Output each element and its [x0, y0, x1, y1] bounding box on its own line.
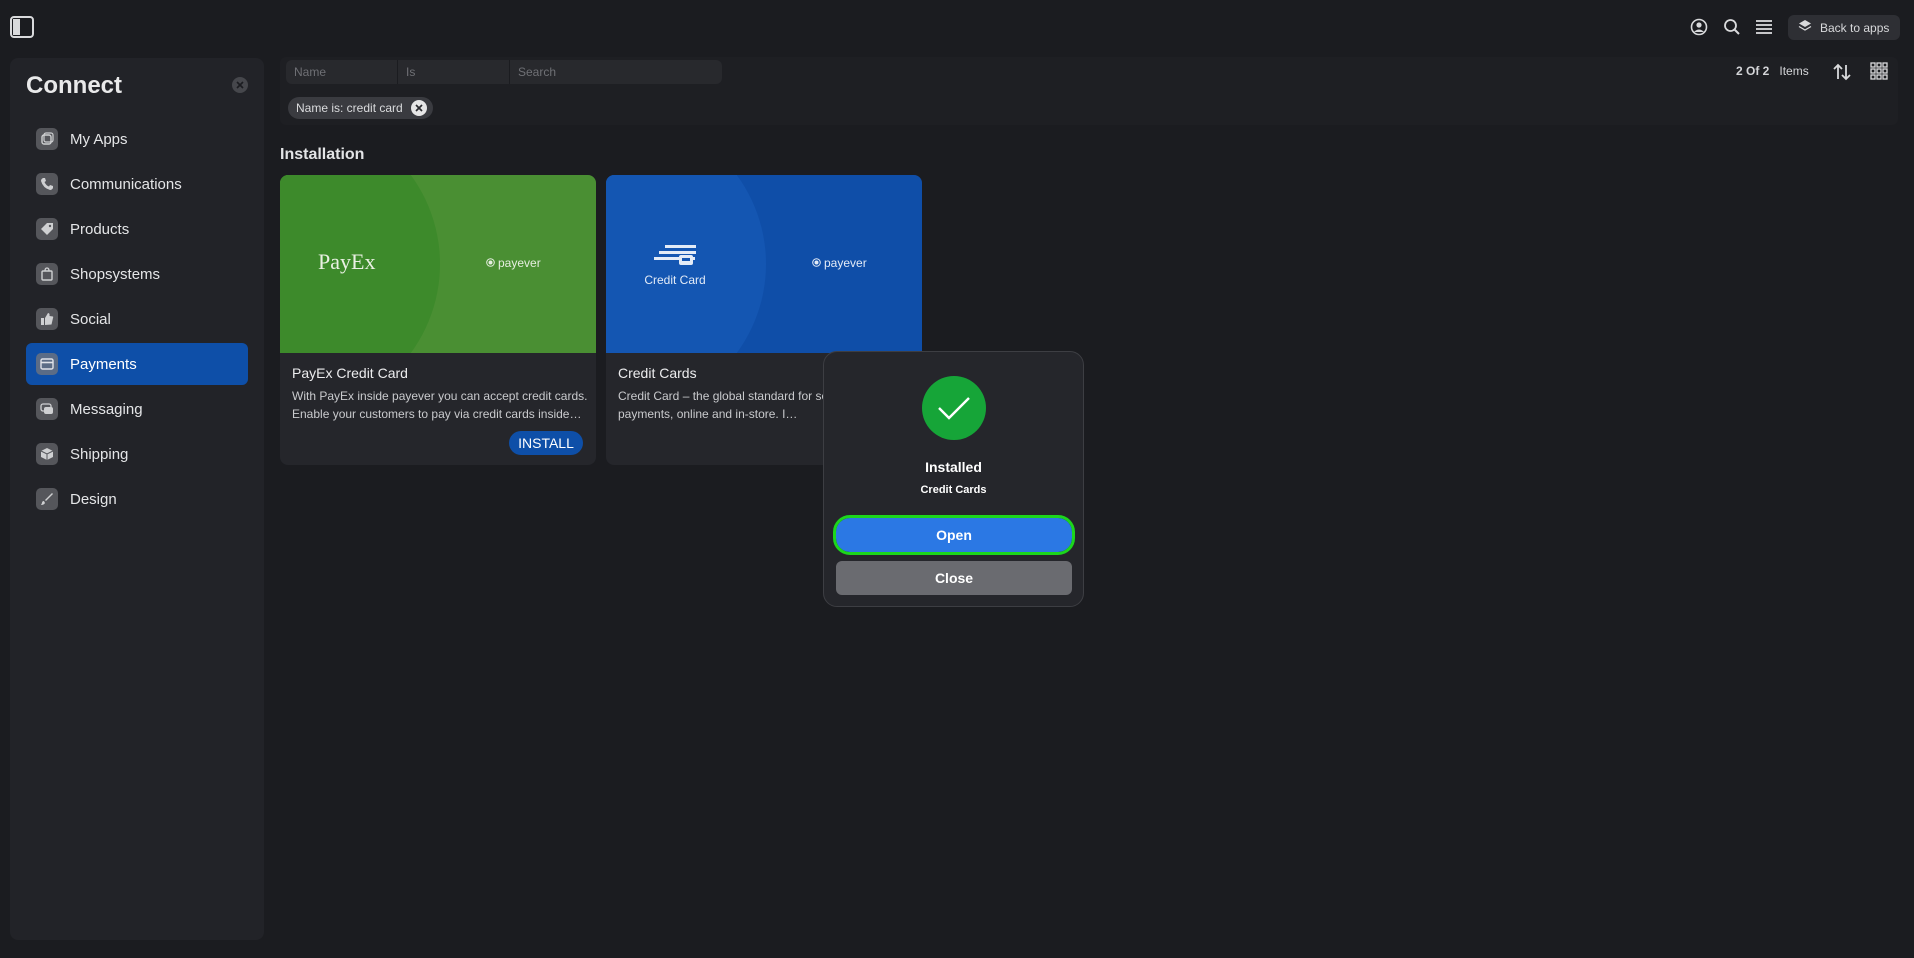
payever-brand-label: payever [498, 256, 541, 270]
layers-icon [1798, 19, 1812, 36]
box-icon [36, 443, 58, 465]
sidebar-item-label: Shipping [70, 445, 129, 463]
filter-fields: Name Is Search [286, 60, 722, 84]
installed-dialog: Installed Credit Cards Open Close [823, 351, 1084, 607]
sidebar-item-label: Payments [70, 355, 137, 373]
thumbs-up-icon [36, 308, 58, 330]
filter-condition-field[interactable]: Is [398, 60, 510, 84]
payever-brand: payever [812, 256, 867, 270]
sidebar-toggle-icon[interactable] [10, 16, 34, 38]
filter-bar: Name Is Search Name is: credit card 2 Of… [280, 57, 1898, 125]
filter-name-field[interactable]: Name [286, 60, 398, 84]
sidebar-item-payments[interactable]: Payments [26, 343, 248, 385]
filter-chip: Name is: credit card [288, 97, 433, 119]
app-card-payex[interactable]: PayEx payever PayEx Credit Card With Pay… [280, 175, 596, 465]
card-description: With PayEx inside payever you can accept… [292, 389, 588, 421]
card-hero-image: PayEx payever [280, 175, 596, 353]
payever-logo-icon [812, 256, 821, 270]
sidebar-item-communications[interactable]: Communications [26, 163, 248, 205]
sidebar-item-label: Messaging [70, 400, 143, 418]
chat-icon [36, 398, 58, 420]
top-bar: Back to apps [0, 0, 1914, 54]
section-title: Installation [280, 146, 365, 163]
account-icon[interactable] [1688, 16, 1710, 38]
bag-icon [36, 263, 58, 285]
payever-brand: payever [486, 256, 541, 270]
close-button[interactable]: Close [836, 561, 1072, 595]
apps-icon [36, 128, 58, 150]
remove-filter-icon[interactable] [410, 100, 427, 116]
sidebar-item-label: Communications [70, 175, 182, 193]
search-icon[interactable] [1721, 16, 1743, 38]
install-button[interactable]: INSTALL [509, 431, 583, 455]
payever-brand-label: payever [824, 256, 867, 270]
card-icon [36, 353, 58, 375]
sidebar-item-label: Products [70, 220, 130, 238]
sidebar-item-shopsystems[interactable]: Shopsystems [26, 253, 248, 295]
credit-card-icon [653, 245, 697, 270]
card-title: Credit Cards [618, 365, 697, 381]
sidebar: Connect My Apps Communications Products … [10, 58, 264, 940]
back-to-apps-button[interactable]: Back to apps [1788, 15, 1900, 40]
sidebar-item-label: My Apps [70, 130, 128, 148]
success-check-icon [922, 376, 986, 440]
sort-icon[interactable] [1832, 62, 1854, 84]
sidebar-item-messaging[interactable]: Messaging [26, 388, 248, 430]
sidebar-item-label: Social [70, 310, 111, 328]
sidebar-item-shipping[interactable]: Shipping [26, 433, 248, 475]
sidebar-item-my-apps[interactable]: My Apps [26, 118, 248, 160]
card-hero-image: Credit Card payever [606, 175, 922, 353]
dialog-subtitle: Credit Cards [920, 484, 987, 496]
close-icon[interactable] [232, 77, 248, 93]
sidebar-item-label: Shopsystems [70, 265, 161, 283]
sidebar-nav: My Apps Communications Products Shopsyst… [26, 118, 248, 523]
grid-view-icon[interactable] [1870, 62, 1892, 84]
brush-icon [36, 488, 58, 510]
credit-card-logo-label: Credit Card [644, 273, 706, 287]
payever-logo-icon [486, 256, 495, 270]
menu-icon[interactable] [1753, 16, 1775, 38]
sidebar-item-label: Design [70, 490, 117, 508]
payex-logo: PayEx [318, 249, 376, 274]
filter-chip-label: Name is: credit card [296, 101, 403, 115]
card-title: PayEx Credit Card [292, 365, 408, 381]
open-button[interactable]: Open [833, 515, 1075, 555]
sidebar-item-products[interactable]: Products [26, 208, 248, 250]
sidebar-item-social[interactable]: Social [26, 298, 248, 340]
items-label: Items [1779, 64, 1809, 78]
search-input[interactable]: Search [510, 60, 722, 84]
sidebar-title: Connect [26, 72, 122, 99]
items-count-value: 2 Of 2 [1736, 64, 1770, 78]
back-to-apps-label: Back to apps [1820, 20, 1890, 35]
dialog-title: Installed [925, 459, 982, 475]
sidebar-item-design[interactable]: Design [26, 478, 248, 520]
items-count: 2 Of 2 Items [1736, 64, 1809, 78]
tag-icon [36, 218, 58, 240]
phone-icon [36, 173, 58, 195]
credit-card-logo: Credit Card [644, 244, 706, 287]
